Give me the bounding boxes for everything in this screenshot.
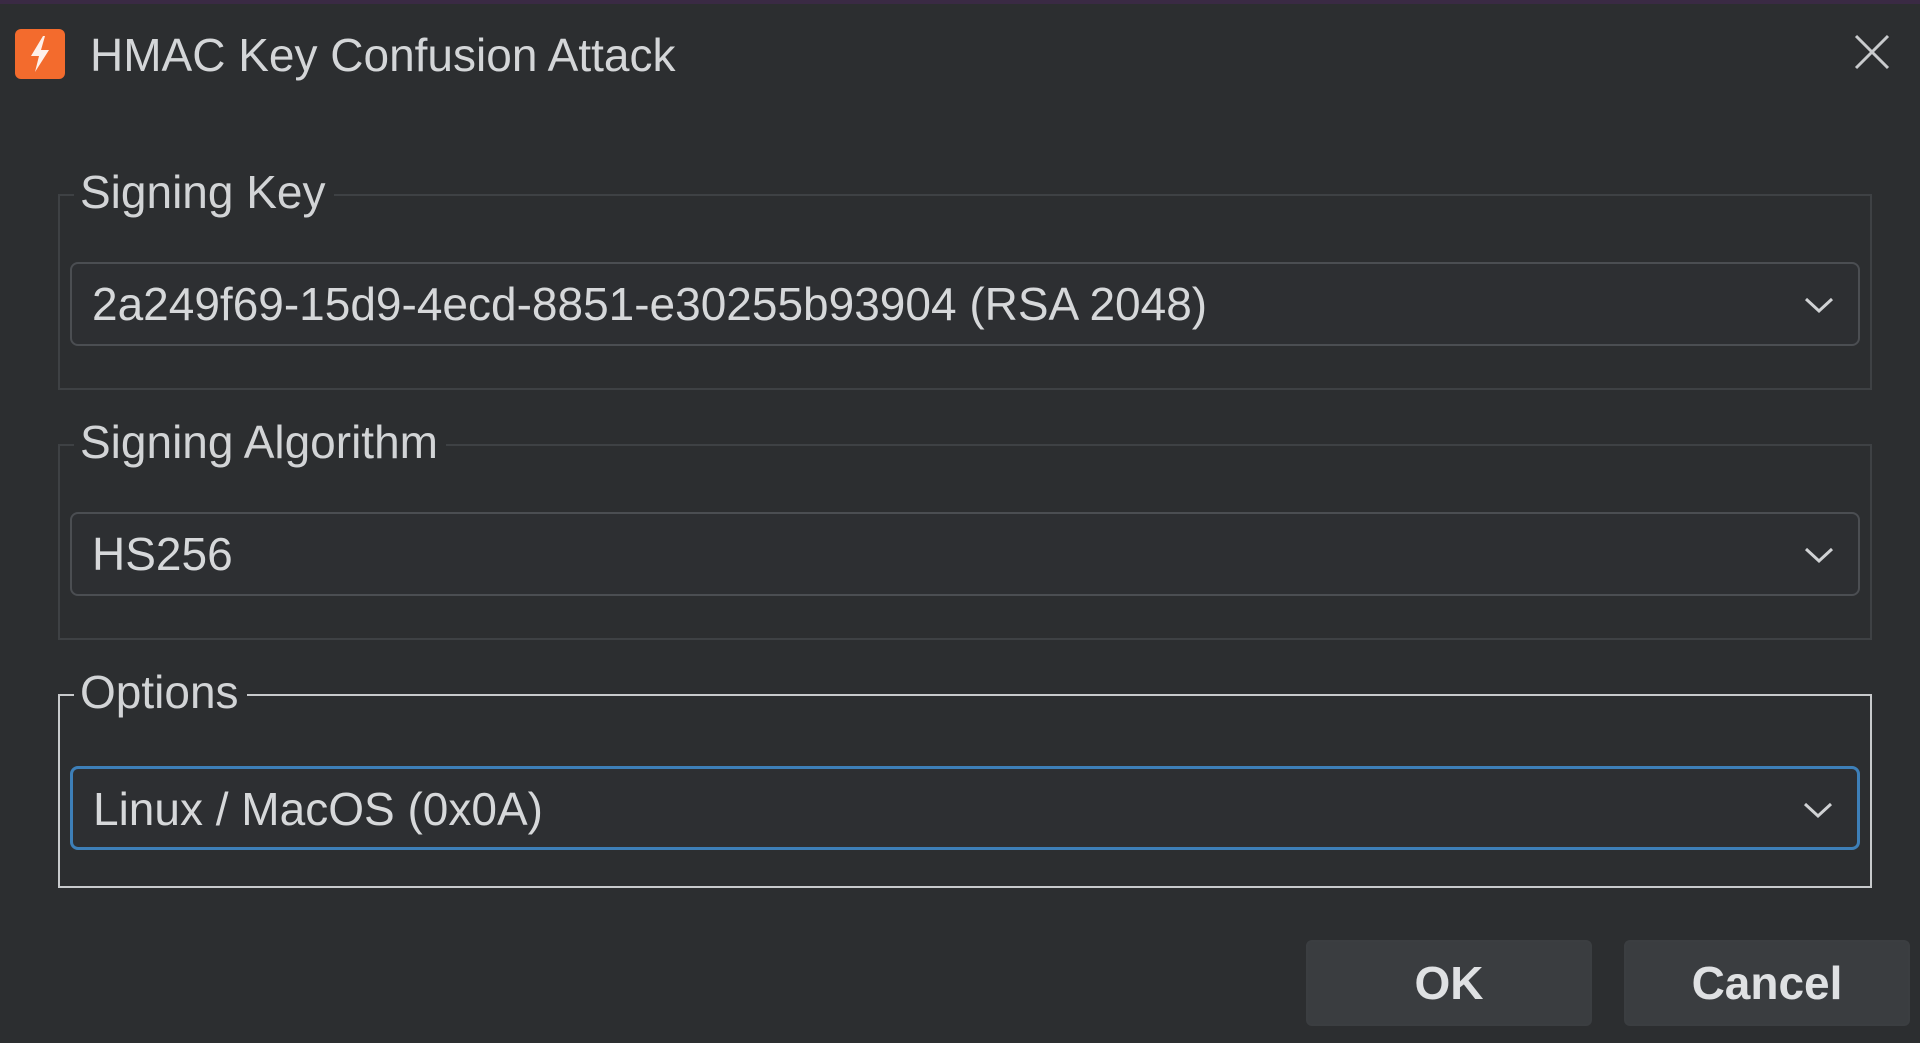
- lightning-icon: [15, 29, 65, 79]
- chevron-down-icon: [1804, 547, 1834, 564]
- signing-algorithm-legend: Signing Algorithm: [74, 412, 446, 472]
- options-legend: Options: [74, 662, 247, 722]
- line-ending-value: Linux / MacOS (0x0A): [93, 783, 543, 835]
- line-ending-dropdown[interactable]: Linux / MacOS (0x0A): [70, 766, 1860, 850]
- dialog-window: HMAC Key Confusion Attack Signing Key 2a…: [0, 0, 1920, 1043]
- signing-key-value: 2a249f69-15d9-4ecd-8851-e30255b93904 (RS…: [92, 278, 1208, 330]
- signing-algorithm-dropdown[interactable]: HS256: [70, 512, 1860, 596]
- chevron-down-icon: [1803, 802, 1833, 819]
- signing-key-legend: Signing Key: [74, 162, 334, 222]
- options-group: Options Linux / MacOS (0x0A): [58, 662, 1872, 888]
- ok-button[interactable]: OK: [1306, 940, 1592, 1026]
- signing-algorithm-value: HS256: [92, 528, 233, 580]
- signing-algorithm-group: Signing Algorithm HS256: [58, 412, 1872, 640]
- signing-key-dropdown[interactable]: 2a249f69-15d9-4ecd-8851-e30255b93904 (RS…: [70, 262, 1860, 346]
- close-icon[interactable]: [1852, 32, 1892, 72]
- cancel-button[interactable]: Cancel: [1624, 940, 1910, 1026]
- title-bar: HMAC Key Confusion Attack: [0, 4, 1920, 110]
- dialog-title: HMAC Key Confusion Attack: [90, 29, 676, 81]
- signing-key-group: Signing Key 2a249f69-15d9-4ecd-8851-e302…: [58, 162, 1872, 390]
- chevron-down-icon: [1804, 297, 1834, 314]
